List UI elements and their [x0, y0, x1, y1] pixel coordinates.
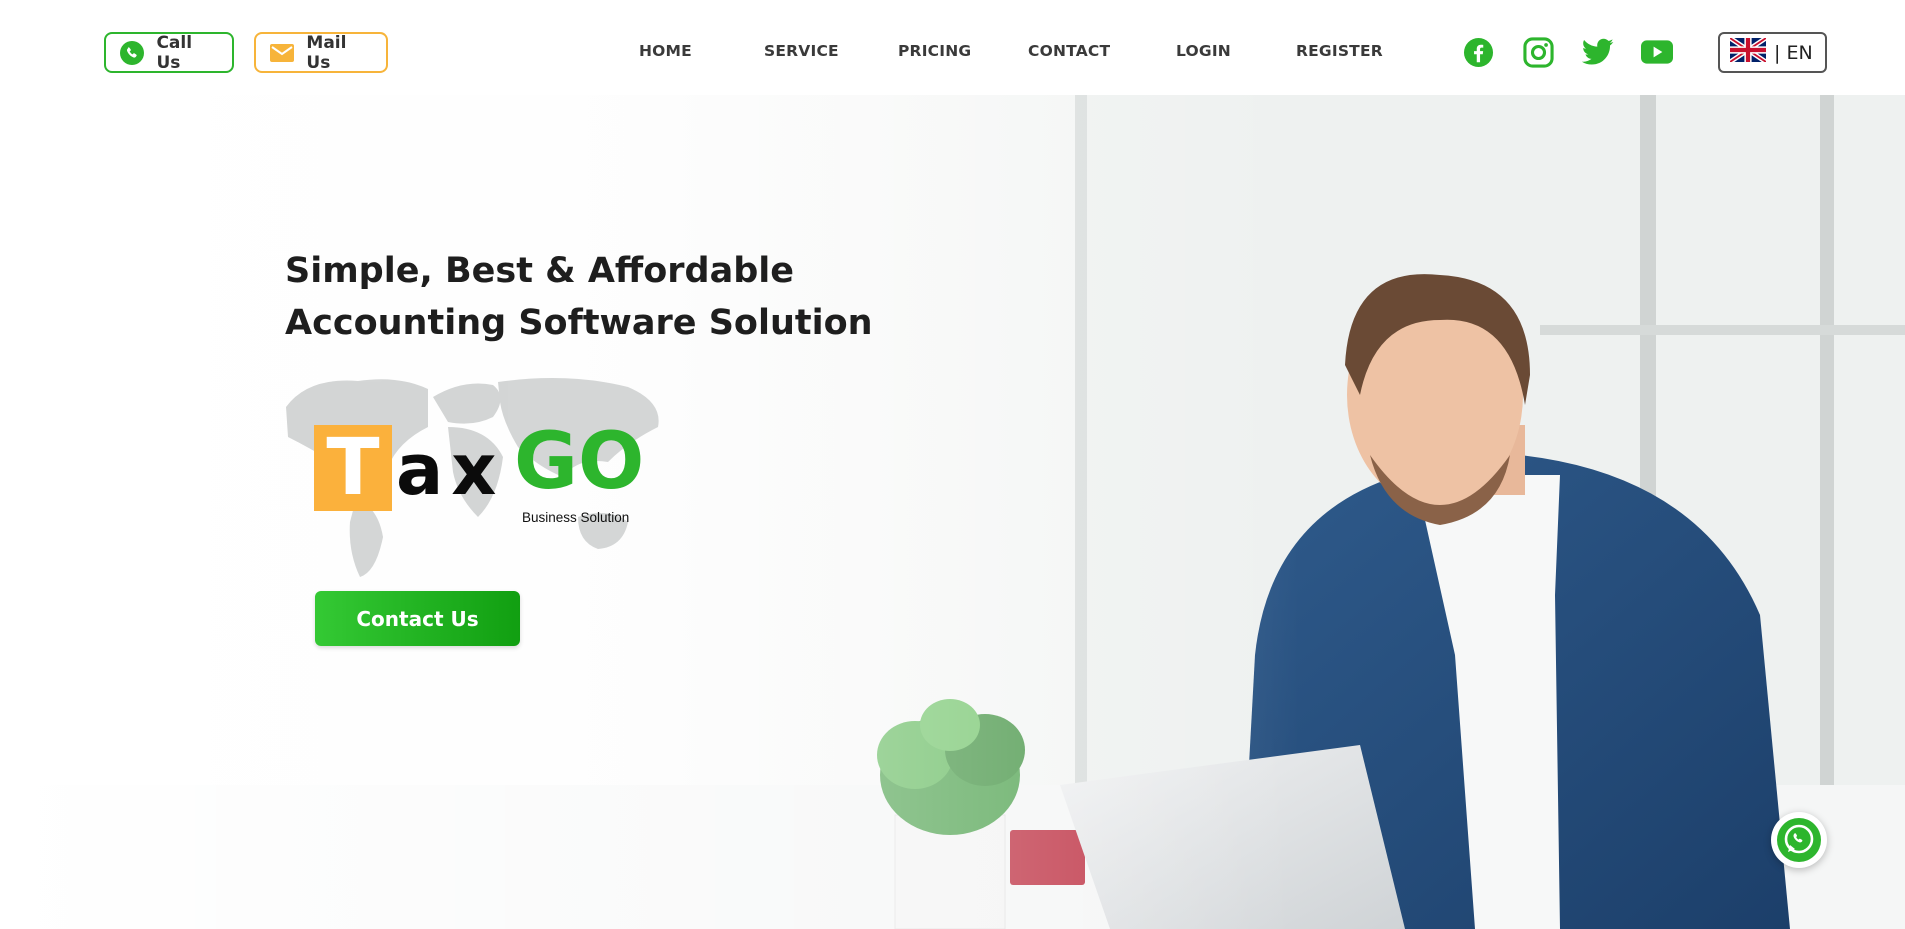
nav-pricing[interactable]: PRICING: [898, 42, 971, 60]
language-selector[interactable]: | EN: [1718, 32, 1827, 73]
taxgo-logo: T ax GO Business Solution: [278, 367, 668, 582]
nav-service[interactable]: SERVICE: [764, 42, 839, 60]
logo-tagline: Business Solution: [522, 510, 630, 525]
site-header: Call Us Mail Us HOME SERVICE PRICING CON…: [0, 0, 1905, 95]
nav-login[interactable]: LOGIN: [1176, 42, 1231, 60]
youtube-icon[interactable]: [1641, 36, 1673, 68]
nav-contact[interactable]: CONTACT: [1028, 42, 1110, 60]
contact-us-button[interactable]: Contact Us: [315, 591, 520, 646]
headline-line-1: Simple, Best & Affordable: [285, 251, 795, 291]
logo-letters-go: GO: [514, 417, 645, 507]
main-nav: HOME SERVICE PRICING CONTACT LOGIN REGIS…: [0, 0, 1905, 104]
hero-section: Simple, Best & Affordable Accounting Sof…: [0, 95, 1905, 929]
whatsapp-icon[interactable]: [1771, 812, 1827, 868]
uk-flag-icon: [1728, 36, 1768, 67]
nav-register[interactable]: REGISTER: [1296, 42, 1383, 60]
headline-line-2: Accounting Software Solution: [285, 303, 873, 343]
logo-letter-t: T: [314, 425, 392, 511]
hero-headline: Simple, Best & Affordable Accounting Sof…: [285, 245, 905, 349]
language-label: | EN: [1774, 41, 1813, 64]
twitter-icon[interactable]: [1582, 36, 1614, 68]
facebook-icon[interactable]: [1462, 36, 1494, 68]
instagram-icon[interactable]: [1522, 36, 1554, 68]
nav-home[interactable]: HOME: [639, 42, 692, 60]
logo-letters-ax: ax: [396, 429, 505, 511]
